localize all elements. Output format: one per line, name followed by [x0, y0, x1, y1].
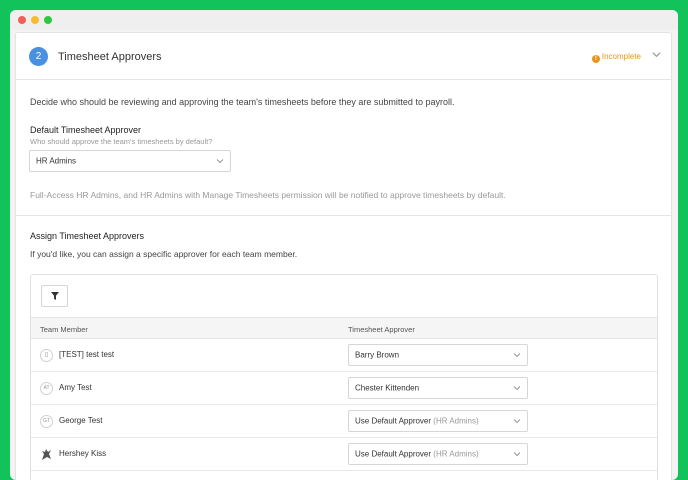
approver-select[interactable]: Barry Brown	[348, 344, 528, 366]
window-titlebar	[10, 10, 678, 30]
approver-select[interactable]: Use Default Approver (HR Admins)	[348, 443, 528, 465]
step-number-badge: 2	[29, 47, 48, 66]
approver-default-hint: (HR Admins)	[433, 416, 479, 426]
table-row: Hershey Kiss Use Default Approver (HR Ad…	[31, 438, 657, 471]
chevron-down-icon	[513, 353, 521, 358]
status-label: Incomplete	[601, 52, 641, 61]
assign-approvers-title: Assign Timesheet Approvers	[30, 231, 145, 241]
avatar: AT	[40, 382, 53, 395]
avatar: []	[40, 349, 53, 362]
table-row: GT George Test Use Default Approver (HR …	[31, 405, 657, 438]
table-row: [] [TEST] test test Barry Brown	[31, 339, 657, 372]
close-window-button[interactable]	[18, 16, 26, 24]
team-member-name: George Test	[59, 416, 103, 425]
filter-icon	[51, 292, 59, 300]
column-header-team-member: Team Member	[40, 325, 88, 334]
section-header[interactable]: 2 Timesheet Approvers ! Incomplete	[16, 33, 671, 80]
default-approver-label: Default Timesheet Approver	[30, 125, 142, 135]
approver-value: Barry Brown	[355, 350, 400, 360]
default-approver-sublabel: Who should approve the team's timesheets…	[30, 137, 213, 146]
table-row: AT Amy Test Chester Kittenden	[31, 372, 657, 405]
maximize-window-button[interactable]	[44, 16, 52, 24]
minimize-window-button[interactable]	[31, 16, 39, 24]
section-divider	[16, 215, 671, 216]
app-window: 2 Timesheet Approvers ! Incomplete Decide…	[10, 10, 678, 480]
timesheet-approvers-panel: 2 Timesheet Approvers ! Incomplete Decide…	[15, 32, 672, 480]
avatar: GT	[40, 415, 53, 428]
section-intro: Decide who should be reviewing and appro…	[30, 97, 455, 107]
chevron-down-icon	[513, 419, 521, 424]
column-header-timesheet-approver: Timesheet Approver	[348, 325, 415, 334]
filter-button[interactable]	[41, 285, 68, 307]
section-title: Timesheet Approvers	[58, 51, 162, 63]
chevron-down-icon[interactable]	[652, 50, 661, 59]
profile-photo-icon	[42, 449, 51, 460]
chevron-down-icon	[513, 386, 521, 391]
team-member-name: Amy Test	[59, 383, 92, 392]
team-member-name: [TEST] test test	[59, 350, 115, 359]
approver-select[interactable]: Use Default Approver (HR Admins)	[348, 410, 528, 432]
approver-value: Use Default Approver	[355, 416, 432, 426]
default-approver-value: HR Admins	[36, 156, 77, 166]
approver-default-hint: (HR Admins)	[433, 449, 479, 459]
chevron-down-icon	[513, 452, 521, 457]
chevron-down-icon	[216, 159, 224, 164]
default-approver-note: Full-Access HR Admins, and HR Admins wit…	[30, 190, 506, 200]
default-approver-select[interactable]: HR Admins	[29, 150, 231, 172]
avatar	[40, 448, 53, 461]
status-indicator: ! Incomplete	[591, 52, 641, 63]
warning-icon: !	[591, 55, 600, 63]
approvers-table-card: Team Member Timesheet Approver [] [TEST]…	[30, 274, 658, 480]
assign-approvers-subtitle: If you'd like, you can assign a specific…	[30, 249, 298, 259]
team-member-name: Hershey Kiss	[59, 449, 107, 458]
table-header: Team Member Timesheet Approver	[31, 317, 657, 339]
approver-select[interactable]: Chester Kittenden	[348, 377, 528, 399]
approver-value: Use Default Approver	[355, 449, 432, 459]
approver-value: Chester Kittenden	[355, 383, 420, 393]
